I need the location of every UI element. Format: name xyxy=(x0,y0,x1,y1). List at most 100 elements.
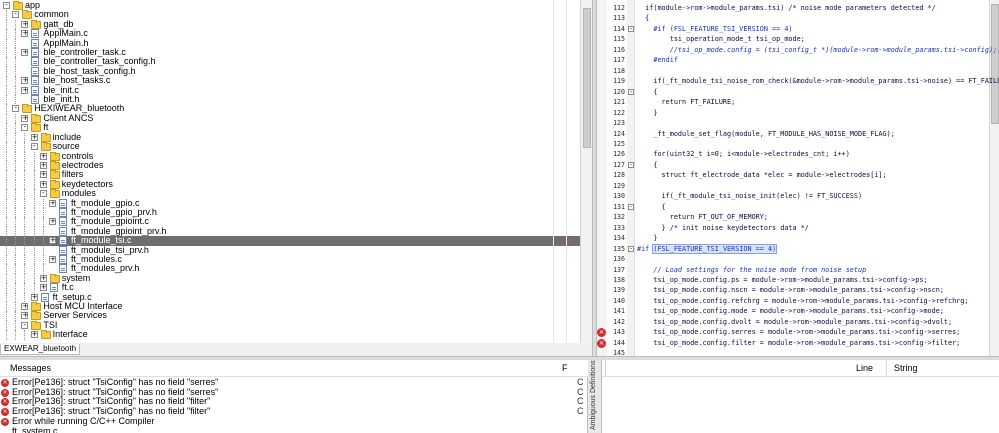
code-line[interactable]: 145 xyxy=(597,348,999,356)
expand-icon[interactable]: + xyxy=(21,303,29,310)
tree-guide-line xyxy=(15,330,17,340)
code-line[interactable]: 136 xyxy=(597,254,999,264)
code-line[interactable]: 134 } xyxy=(597,233,999,243)
expand-icon[interactable]: + xyxy=(30,133,38,141)
code-line[interactable]: 140 tsi_op_mode.config.refchrg = module-… xyxy=(597,296,999,306)
collapse-icon[interactable]: - xyxy=(21,321,29,329)
collapse-icon[interactable]: - xyxy=(39,190,47,198)
file-column-header[interactable]: F xyxy=(562,363,568,373)
expand-icon[interactable]: + xyxy=(39,171,47,179)
code-line[interactable]: 131- { xyxy=(597,202,999,212)
messages-column-header[interactable]: Messages xyxy=(10,363,51,373)
column-divider[interactable] xyxy=(886,360,887,377)
code-line[interactable]: 119 if(_ft_module_tsi_noise_rom_check(&m… xyxy=(597,76,999,86)
code-line[interactable]: 112 if(module->rom->module_params.tsi) /… xyxy=(597,3,999,13)
error-marker-icon[interactable]: × xyxy=(597,328,606,338)
code-editor[interactable]: 112 if(module->rom->module_params.tsi) /… xyxy=(597,0,999,356)
expand-icon[interactable]: + xyxy=(49,255,56,263)
tree-item[interactable]: - ft xyxy=(0,122,580,133)
code-line[interactable]: 124 _ft_module_set_flag(module, FT_MODUL… xyxy=(597,129,999,139)
fold-toggle-icon[interactable]: - xyxy=(628,245,634,252)
tree-guide-line xyxy=(15,311,17,321)
code-line[interactable]: 139 tsi_op_mode.config.nscn = module->ro… xyxy=(597,285,999,295)
string-column-header[interactable]: String xyxy=(894,363,918,373)
collapse-icon[interactable]: - xyxy=(30,143,38,151)
code-line[interactable]: 121 return FT_FAILURE; xyxy=(597,97,999,107)
fold-toggle-icon[interactable]: - xyxy=(628,161,634,168)
expand-icon[interactable]: + xyxy=(30,331,38,339)
code-line[interactable]: 126 for(uint32_t i=0; i<module->electrod… xyxy=(597,149,999,159)
expand-icon[interactable]: + xyxy=(39,274,47,282)
expand-icon[interactable]: + xyxy=(21,114,29,122)
code-line[interactable]: 142 tsi_op_mode.config.dvolt = module->r… xyxy=(597,317,999,327)
code-line[interactable]: × 143 tsi_op_mode.config.serres = module-… xyxy=(597,327,999,338)
collapse-icon[interactable]: - xyxy=(3,2,10,9)
folder-icon xyxy=(40,330,51,340)
code-line[interactable]: 118 xyxy=(597,66,999,76)
fold-toggle-icon[interactable]: - xyxy=(628,25,634,32)
tree-item[interactable]: - app xyxy=(0,0,580,10)
tree-item[interactable]: + Interface xyxy=(0,329,580,340)
code-line[interactable]: 132 return FT_OUT_OF_MEMORY; xyxy=(597,212,999,222)
expand-icon[interactable]: + xyxy=(39,152,47,160)
code-line[interactable]: 137 // Load settings for the noise mode … xyxy=(597,265,999,275)
code-line[interactable]: 114- #if (FSL_FEATURE_TSI_VERSION == 4) xyxy=(597,24,999,34)
tree-vertical-scrollbar[interactable] xyxy=(580,0,592,343)
expand-icon[interactable]: + xyxy=(21,20,29,28)
message-row[interactable]: × Error while running C/C++ Compiler xyxy=(0,416,588,427)
code-line[interactable]: 128 struct ft_electrode_data *elec = mod… xyxy=(597,170,999,180)
code-line[interactable]: 123 xyxy=(597,118,999,128)
close-icon[interactable]: × xyxy=(567,236,572,245)
expand-icon[interactable]: + xyxy=(21,86,29,94)
collapse-icon[interactable]: - xyxy=(12,11,20,19)
ambiguous-definitions-tab[interactable]: Ambiguous Definitions xyxy=(588,360,602,433)
expand-icon[interactable]: + xyxy=(30,293,38,301)
code-line[interactable]: 117 #endif xyxy=(597,55,999,65)
expand-icon[interactable]: + xyxy=(21,30,29,38)
expand-icon[interactable]: + xyxy=(21,312,29,320)
tree-item[interactable]: + system xyxy=(0,273,580,284)
tree-item[interactable]: + Client ANCS xyxy=(0,113,580,124)
code-line[interactable]: 129 xyxy=(597,181,999,191)
expand-icon[interactable]: + xyxy=(21,49,29,57)
tree-item[interactable]: + include xyxy=(0,132,580,143)
code-line[interactable]: 125 xyxy=(597,139,999,149)
expand-icon[interactable]: + xyxy=(39,161,47,169)
tree-guide-line xyxy=(33,226,35,237)
tree-item[interactable]: + electrodes xyxy=(0,160,580,171)
expand-icon[interactable]: + xyxy=(49,237,56,245)
column-divider[interactable] xyxy=(605,360,606,377)
code-line[interactable]: 113 { xyxy=(597,13,999,23)
fold-toggle-icon[interactable]: - xyxy=(628,88,634,95)
code-line[interactable]: 122 } xyxy=(597,108,999,118)
expand-icon[interactable]: + xyxy=(39,284,47,292)
code-line[interactable]: 138 tsi_op_mode.config.ps = module->rom-… xyxy=(597,275,999,285)
collapse-icon[interactable]: - xyxy=(12,105,20,113)
tree-scrollbar-thumb[interactable] xyxy=(583,8,591,148)
fold-toggle-icon[interactable]: - xyxy=(628,203,634,210)
line-column-header[interactable]: Line xyxy=(856,363,873,373)
expand-icon[interactable]: + xyxy=(49,199,56,207)
error-marker-icon[interactable]: × xyxy=(597,338,606,348)
code-line[interactable]: 141 tsi_op_mode.config.mode = module->ro… xyxy=(597,306,999,316)
code-line[interactable]: 115 tsi_operation_mode_t tsi_op_mode; xyxy=(597,34,999,44)
tree-item[interactable]: + Server Services xyxy=(0,310,580,321)
collapse-icon[interactable]: - xyxy=(21,124,29,132)
tree-guide-line xyxy=(24,236,26,246)
tree-guide-line xyxy=(15,66,17,77)
expand-icon[interactable]: + xyxy=(39,180,47,188)
workspace-tab[interactable]: EXWEAR_bluetooth xyxy=(0,344,81,355)
tree-item[interactable]: + ble_host_tasks.c xyxy=(0,75,580,86)
code-line[interactable]: 130 if(_ft_module_tsi_noise_init(elec) !… xyxy=(597,191,999,201)
expand-icon[interactable]: + xyxy=(21,77,29,85)
tree-item[interactable]: - common xyxy=(0,9,580,20)
message-row[interactable]: ft_system.c xyxy=(0,426,588,433)
code-line[interactable]: 116 //tsi_op_mode.config = (tsi_config_t… xyxy=(597,45,999,55)
expand-icon[interactable]: + xyxy=(49,218,56,226)
code-line[interactable]: 127- { xyxy=(597,160,999,170)
code-line[interactable]: 135- #if (FSL_FEATURE_TSI_VERSION == 4) xyxy=(597,243,999,254)
code-line[interactable]: × 144 tsi_op_mode.config.filter = module-… xyxy=(597,338,999,348)
code-line[interactable]: 133 } /* init noise keydetectors data */ xyxy=(597,223,999,233)
code-line[interactable]: 120- { xyxy=(597,87,999,97)
tree-item[interactable]: + ble_init.c xyxy=(0,85,580,96)
